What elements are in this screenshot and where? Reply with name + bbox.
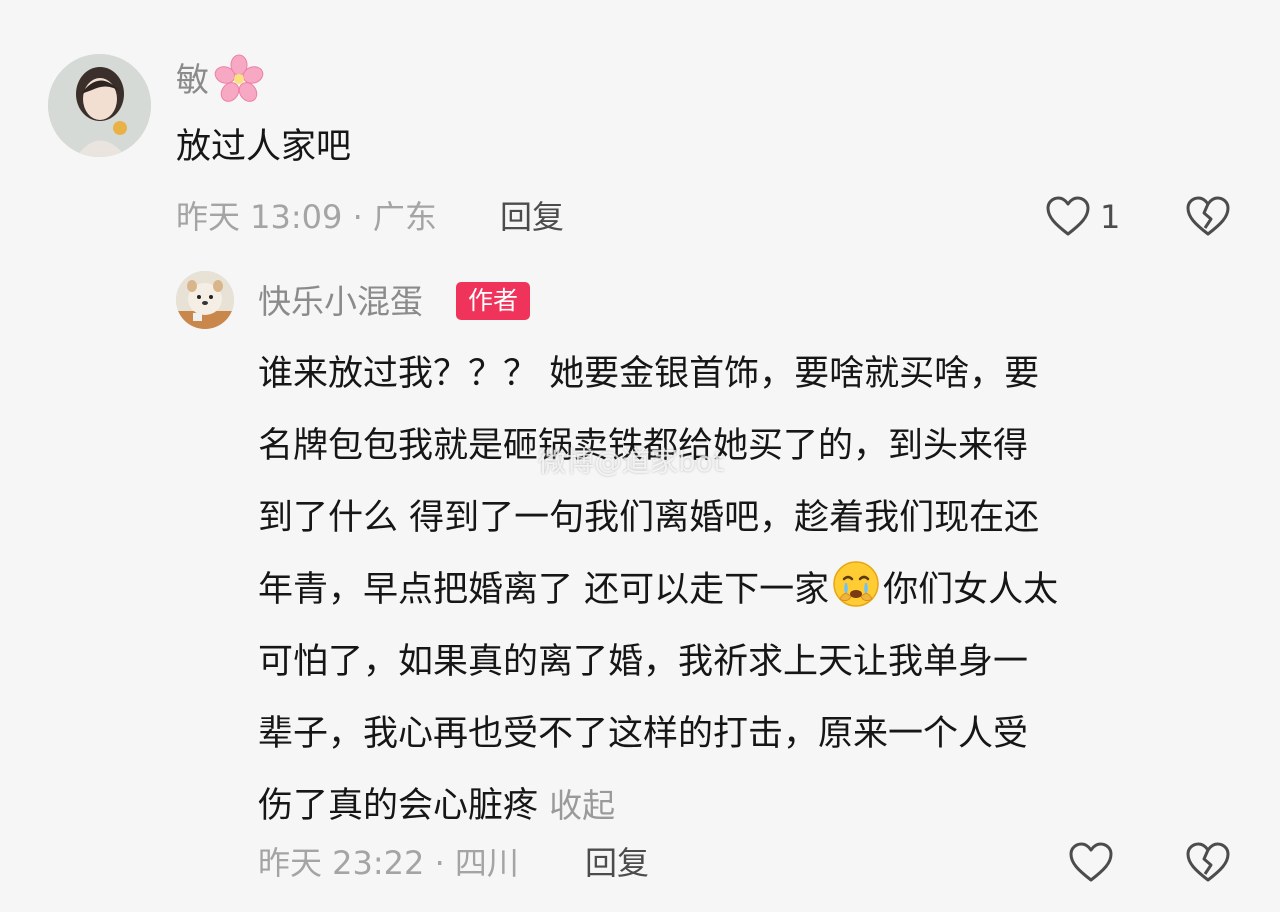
reply-line-segment: 伤了真的会心脏疼 — [258, 786, 539, 826]
like-count: 1 — [1100, 198, 1121, 236]
comment-thread: 敏 放过人家吧 昨天 13:09 · 广东 回复 1 快乐小混蛋 作者 谁来放过… — [0, 0, 1280, 912]
reply-body: 谁来放过我？？？ 她要金银首饰，要啥就买啥，要 名牌包包我就是砸锅卖铁都给她买了… — [258, 338, 1258, 842]
comment-body: 放过人家吧 — [176, 127, 352, 167]
comment-reply-button[interactable]: 回复 — [500, 201, 564, 233]
reply-line: 到了什么 得到了一句我们离婚吧，趁着我们现在还 — [258, 498, 1040, 538]
dislike-broken-heart-icon[interactable] — [1185, 841, 1231, 883]
like-heart-icon[interactable] — [1045, 195, 1091, 237]
reply-author-avatar[interactable] — [176, 271, 234, 329]
reply-line: 伤了真的会心脏疼 收起 — [258, 770, 1258, 842]
reply-line: 名牌包包我就是砸锅卖铁都给她买了的，到头来得 — [258, 426, 1029, 466]
crying-face-icon — [833, 561, 879, 607]
reply-line: 可怕了，如果真的离了婚，我祈求上天让我单身一 — [258, 642, 1029, 682]
reply-meta: 昨天 23:22 · 四川 — [258, 844, 519, 882]
reply-line-segment: 年青，早点把婚离了 还可以走下一家 — [258, 570, 830, 610]
reply-reply-button[interactable]: 回复 — [585, 847, 649, 879]
reply-line-segment: 你们女人太 — [883, 570, 1059, 610]
cherry-blossom-icon — [214, 54, 264, 102]
author-badge: 作者 — [456, 282, 531, 320]
comment-meta: 昨天 13:09 · 广东 — [176, 198, 437, 236]
reply-author-name[interactable]: 快乐小混蛋 — [258, 285, 423, 318]
reply-line: 谁来放过我？？？ 她要金银首饰，要啥就买啥，要 — [258, 354, 1040, 394]
commenter-name[interactable]: 敏 — [176, 63, 209, 96]
commenter-avatar[interactable] — [48, 54, 151, 157]
reply-line: 辈子，我心再也受不了这样的打击，原来一个人受 — [258, 714, 1029, 754]
reply-line: 年青，早点把婚离了 还可以走下一家 你们女人太 — [258, 554, 1258, 626]
collapse-link[interactable]: 收起 — [549, 786, 615, 825]
like-heart-icon[interactable] — [1068, 841, 1114, 883]
dislike-broken-heart-icon[interactable] — [1185, 195, 1231, 237]
